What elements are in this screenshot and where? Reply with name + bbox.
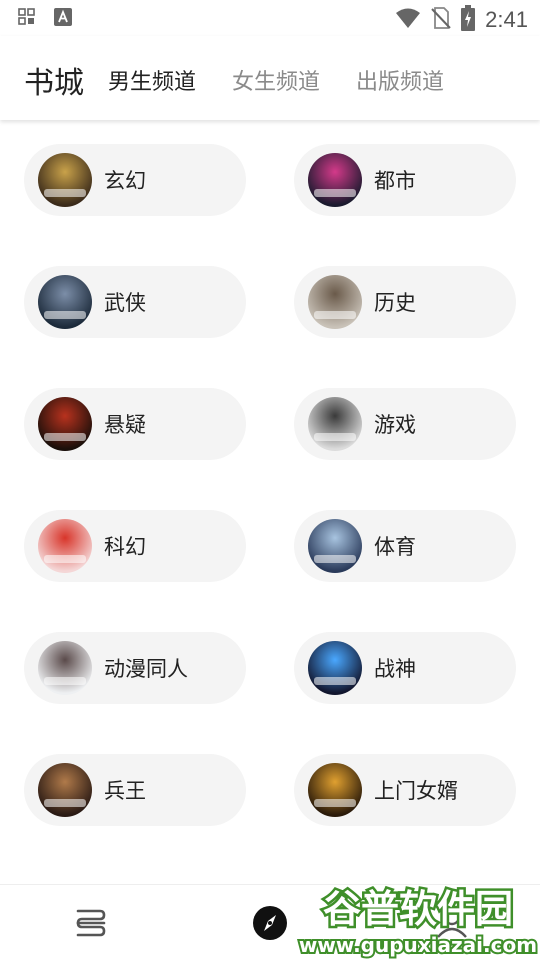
channel-tabs: 男生频道 女生频道 出版频道 <box>108 64 480 96</box>
category-item[interactable]: 悬疑 <box>24 388 246 460</box>
category-label: 历史 <box>374 291 416 315</box>
watermark-title: 谷普软件园 <box>323 887 513 931</box>
category-item[interactable]: 玄幻 <box>24 144 246 216</box>
tab-female-channel[interactable]: 女生频道 <box>232 64 320 96</box>
book-cover-wuxia <box>38 275 92 329</box>
book-cover-lishi <box>308 275 362 329</box>
clock: 2:41 <box>485 7 528 32</box>
category-label: 兵王 <box>104 779 146 803</box>
category-label: 都市 <box>374 169 416 193</box>
category-item[interactable]: 兵王 <box>24 754 246 826</box>
category-item[interactable]: 历史 <box>294 266 516 338</box>
book-cover-xuanhuan <box>38 153 92 207</box>
book-cover-kehuan <box>38 519 92 573</box>
category-grid: 玄幻 都市武侠 历史悬疑 游戏科幻 体育动漫同人 战神兵王 上门女婿 <box>0 122 540 882</box>
category-label: 玄幻 <box>104 169 146 193</box>
battery-charging-icon <box>461 5 476 35</box>
tab-male-channel[interactable]: 男生频道 <box>108 64 196 96</box>
book-cover-xuanyi <box>38 397 92 451</box>
category-item[interactable]: 科幻 <box>24 510 246 582</box>
status-bar: 2:41 <box>0 0 540 36</box>
category-label: 上门女婿 <box>374 779 458 803</box>
grid-icon <box>18 8 36 30</box>
category-item[interactable]: 武侠 <box>24 266 246 338</box>
book-cover-zhanshen <box>308 641 362 695</box>
category-label: 动漫同人 <box>104 657 188 681</box>
watermark: 谷普软件园 www.gupuxiazai.com <box>296 874 540 960</box>
book-cover-youxi <box>308 397 362 451</box>
page-title: 书城 <box>24 66 84 101</box>
bookshelf-icon <box>70 909 110 947</box>
category-item[interactable]: 战神 <box>294 632 516 704</box>
nav-bookshelf[interactable] <box>70 903 110 943</box>
book-cover-bingwang <box>38 763 92 817</box>
category-item[interactable]: 游戏 <box>294 388 516 460</box>
watermark-url: www.gupuxiazai.com <box>299 933 537 957</box>
font-a-icon <box>54 8 72 30</box>
category-label: 武侠 <box>104 291 146 315</box>
app-header: 书城 男生频道 女生频道 出版频道 <box>0 36 540 120</box>
book-cover-tiyu <box>308 519 362 573</box>
category-item[interactable]: 动漫同人 <box>24 632 246 704</box>
category-label: 体育 <box>374 535 416 559</box>
no-sim-icon <box>431 6 451 34</box>
category-label: 战神 <box>374 657 416 681</box>
category-label: 游戏 <box>374 413 416 437</box>
book-cover-dongman <box>38 641 92 695</box>
category-item[interactable]: 上门女婿 <box>294 754 516 826</box>
category-item[interactable]: 体育 <box>294 510 516 582</box>
category-label: 科幻 <box>104 535 146 559</box>
tab-publishing-channel[interactable]: 出版频道 <box>356 64 444 96</box>
book-cover-dushi <box>308 153 362 207</box>
nav-discover[interactable] <box>250 903 290 943</box>
wifi-icon <box>395 7 421 33</box>
compass-icon <box>250 906 290 947</box>
category-item[interactable]: 都市 <box>294 144 516 216</box>
book-cover-shangmen <box>308 763 362 817</box>
category-label: 悬疑 <box>104 413 146 437</box>
